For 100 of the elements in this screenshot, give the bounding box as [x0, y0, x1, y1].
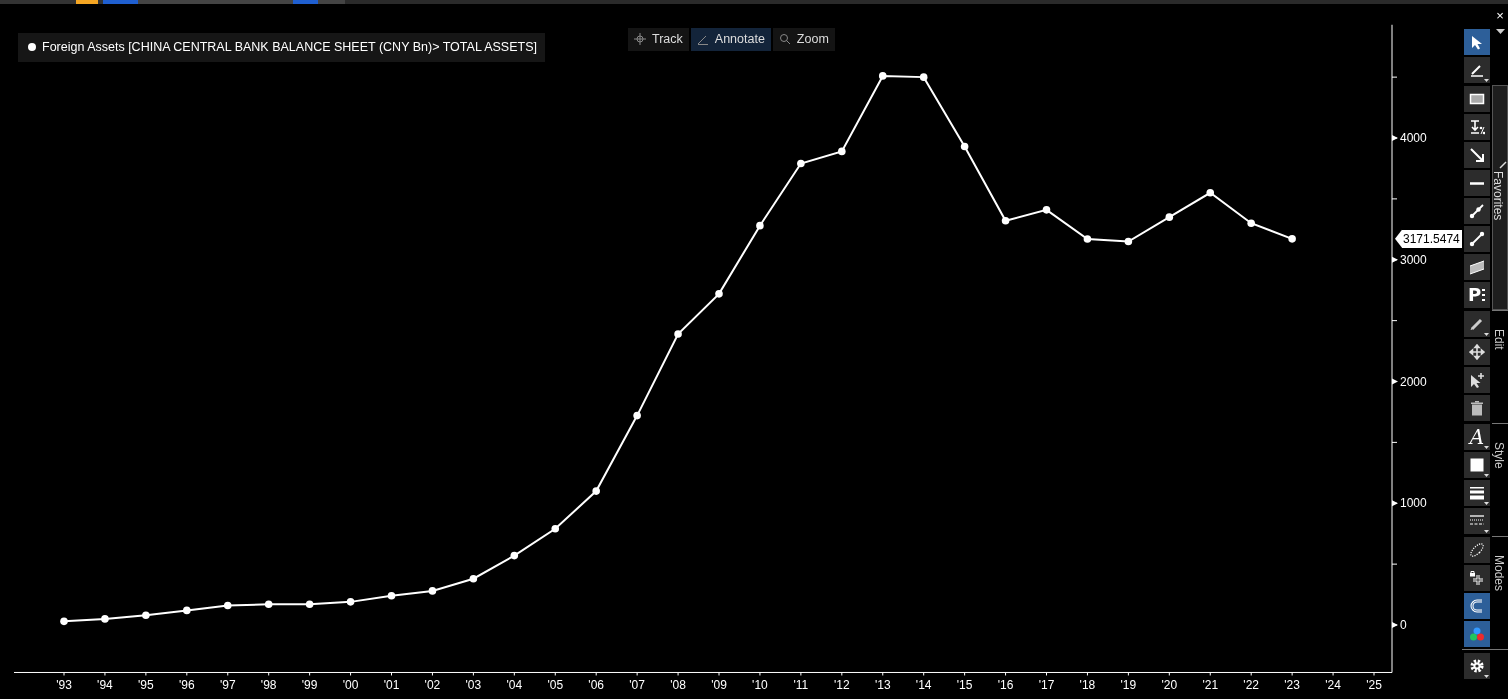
data-point	[797, 159, 805, 168]
crosshair-icon	[634, 33, 646, 46]
x-tick-label: '14	[915, 678, 932, 693]
arrow-icon	[1469, 147, 1485, 163]
y-tick-label: 2000	[1400, 374, 1427, 389]
tool-button[interactable]	[1464, 452, 1490, 478]
tool-button[interactable]: P	[1464, 282, 1490, 308]
data-point	[715, 290, 723, 298]
trend-line-icon	[1469, 231, 1485, 247]
x-tick-label: '21	[1202, 678, 1219, 693]
magnet-icon	[1469, 598, 1485, 614]
y-tick-label: 1000	[1400, 496, 1427, 511]
tool-button[interactable]	[1464, 254, 1490, 280]
tool-button[interactable]	[1464, 142, 1490, 168]
x-tick-label: '20	[1161, 678, 1178, 693]
data-point	[756, 221, 764, 230]
tool-button[interactable]	[1464, 395, 1490, 421]
tool-button[interactable]	[1464, 653, 1490, 679]
x-tick-label: '97	[219, 678, 236, 693]
line-width-icon	[1469, 485, 1485, 501]
lasso-icon	[1469, 542, 1485, 558]
x-tick-label: '17	[1038, 678, 1055, 693]
x-tick-label: '00	[342, 678, 359, 693]
data-point	[142, 611, 150, 620]
tool-button[interactable]	[1464, 480, 1490, 506]
mode-tab[interactable]: Annotate	[690, 28, 771, 51]
side-tab[interactable]: Style	[1492, 423, 1508, 536]
tool-button[interactable]: A	[1464, 424, 1490, 450]
x-tick-label: '22	[1243, 678, 1259, 693]
data-point	[1288, 235, 1296, 243]
data-point	[551, 525, 560, 533]
mode-tab[interactable]: Track	[628, 28, 689, 51]
x-tick-label: '02	[424, 678, 441, 693]
x-tick-label: '95	[138, 678, 154, 693]
data-point	[674, 330, 682, 338]
list-marks-icon	[1481, 287, 1487, 303]
data-point	[469, 574, 478, 583]
x-tick-label: '93	[56, 678, 72, 693]
side-tab[interactable]: Edit	[1492, 310, 1508, 423]
side-tab[interactable]: Modes	[1492, 536, 1508, 649]
close-button[interactable]: ×	[1492, 4, 1508, 26]
side-tab[interactable]: Favorites	[1492, 85, 1508, 310]
x-tick-label: '25	[1366, 678, 1382, 693]
trash-icon	[1469, 400, 1485, 416]
data-point	[919, 73, 928, 81]
tool-button[interactable]	[1464, 226, 1490, 252]
data-point	[387, 592, 396, 600]
x-tick-label: '04	[506, 678, 523, 693]
settings-icon	[1469, 658, 1485, 674]
x-tick-label: '07	[629, 678, 645, 693]
y-tick-label: 0	[1400, 618, 1407, 632]
value-pointer-icon	[1395, 229, 1402, 248]
x-tick-label: '96	[179, 678, 195, 693]
tool-button[interactable]	[1464, 86, 1490, 112]
color-circles-icon	[1469, 626, 1485, 642]
tool-button[interactable]	[1464, 170, 1490, 196]
tool-button[interactable]	[1464, 565, 1490, 591]
x-tick-label: '01	[383, 678, 400, 693]
magnifier-icon	[778, 33, 791, 46]
tool-button[interactable]	[1464, 114, 1490, 140]
data-point	[838, 147, 846, 156]
mode-tab[interactable]: Zoom	[772, 28, 835, 51]
tool-button[interactable]	[1464, 339, 1490, 365]
data-point	[878, 72, 887, 80]
data-point	[1247, 219, 1255, 228]
channel-icon	[1469, 259, 1485, 275]
data-point	[305, 600, 314, 609]
x-tick-label: '11	[793, 678, 809, 693]
x-tick-label: '05	[547, 678, 564, 693]
tool-button[interactable]	[1464, 57, 1490, 83]
x-tick-label: '23	[1284, 678, 1300, 693]
x-tick-label: '94	[97, 678, 113, 693]
x-tick-label: '03	[465, 678, 482, 693]
tool-button[interactable]	[1464, 508, 1490, 534]
add-pointer-icon	[1469, 372, 1485, 388]
y-tick-label: 4000	[1400, 131, 1427, 145]
tool-button[interactable]	[1464, 198, 1490, 224]
tool-button[interactable]	[1464, 311, 1490, 337]
data-point	[60, 617, 68, 626]
data-point	[346, 598, 355, 606]
legend-text: Foreign Assets [CHINA CENTRAL BANK BALANCE SHEET (CNY Bn)> TOTAL ASSETS]	[42, 39, 537, 56]
horizontal-line-icon	[1470, 181, 1484, 185]
data-point	[101, 615, 109, 623]
x-tick-label: '10	[752, 678, 768, 693]
x-tick-label: '08	[670, 678, 686, 693]
y-tick-label: 3000	[1400, 252, 1427, 267]
level-lines-icon	[1469, 119, 1485, 135]
data-point	[960, 142, 969, 151]
data-point	[264, 600, 273, 609]
data-point	[1165, 213, 1174, 221]
dropdown-caret-icon[interactable]	[1495, 29, 1505, 34]
data-point	[1124, 237, 1133, 246]
tool-button[interactable]	[1464, 367, 1490, 393]
tool-button[interactable]	[1464, 29, 1490, 55]
data-point	[223, 601, 232, 610]
data-point	[428, 587, 437, 595]
x-tick-label: '19	[1120, 678, 1137, 693]
x-tick-label: '24	[1325, 678, 1341, 693]
pen-line-icon	[1469, 62, 1485, 78]
trend-line-icon	[1469, 203, 1485, 219]
